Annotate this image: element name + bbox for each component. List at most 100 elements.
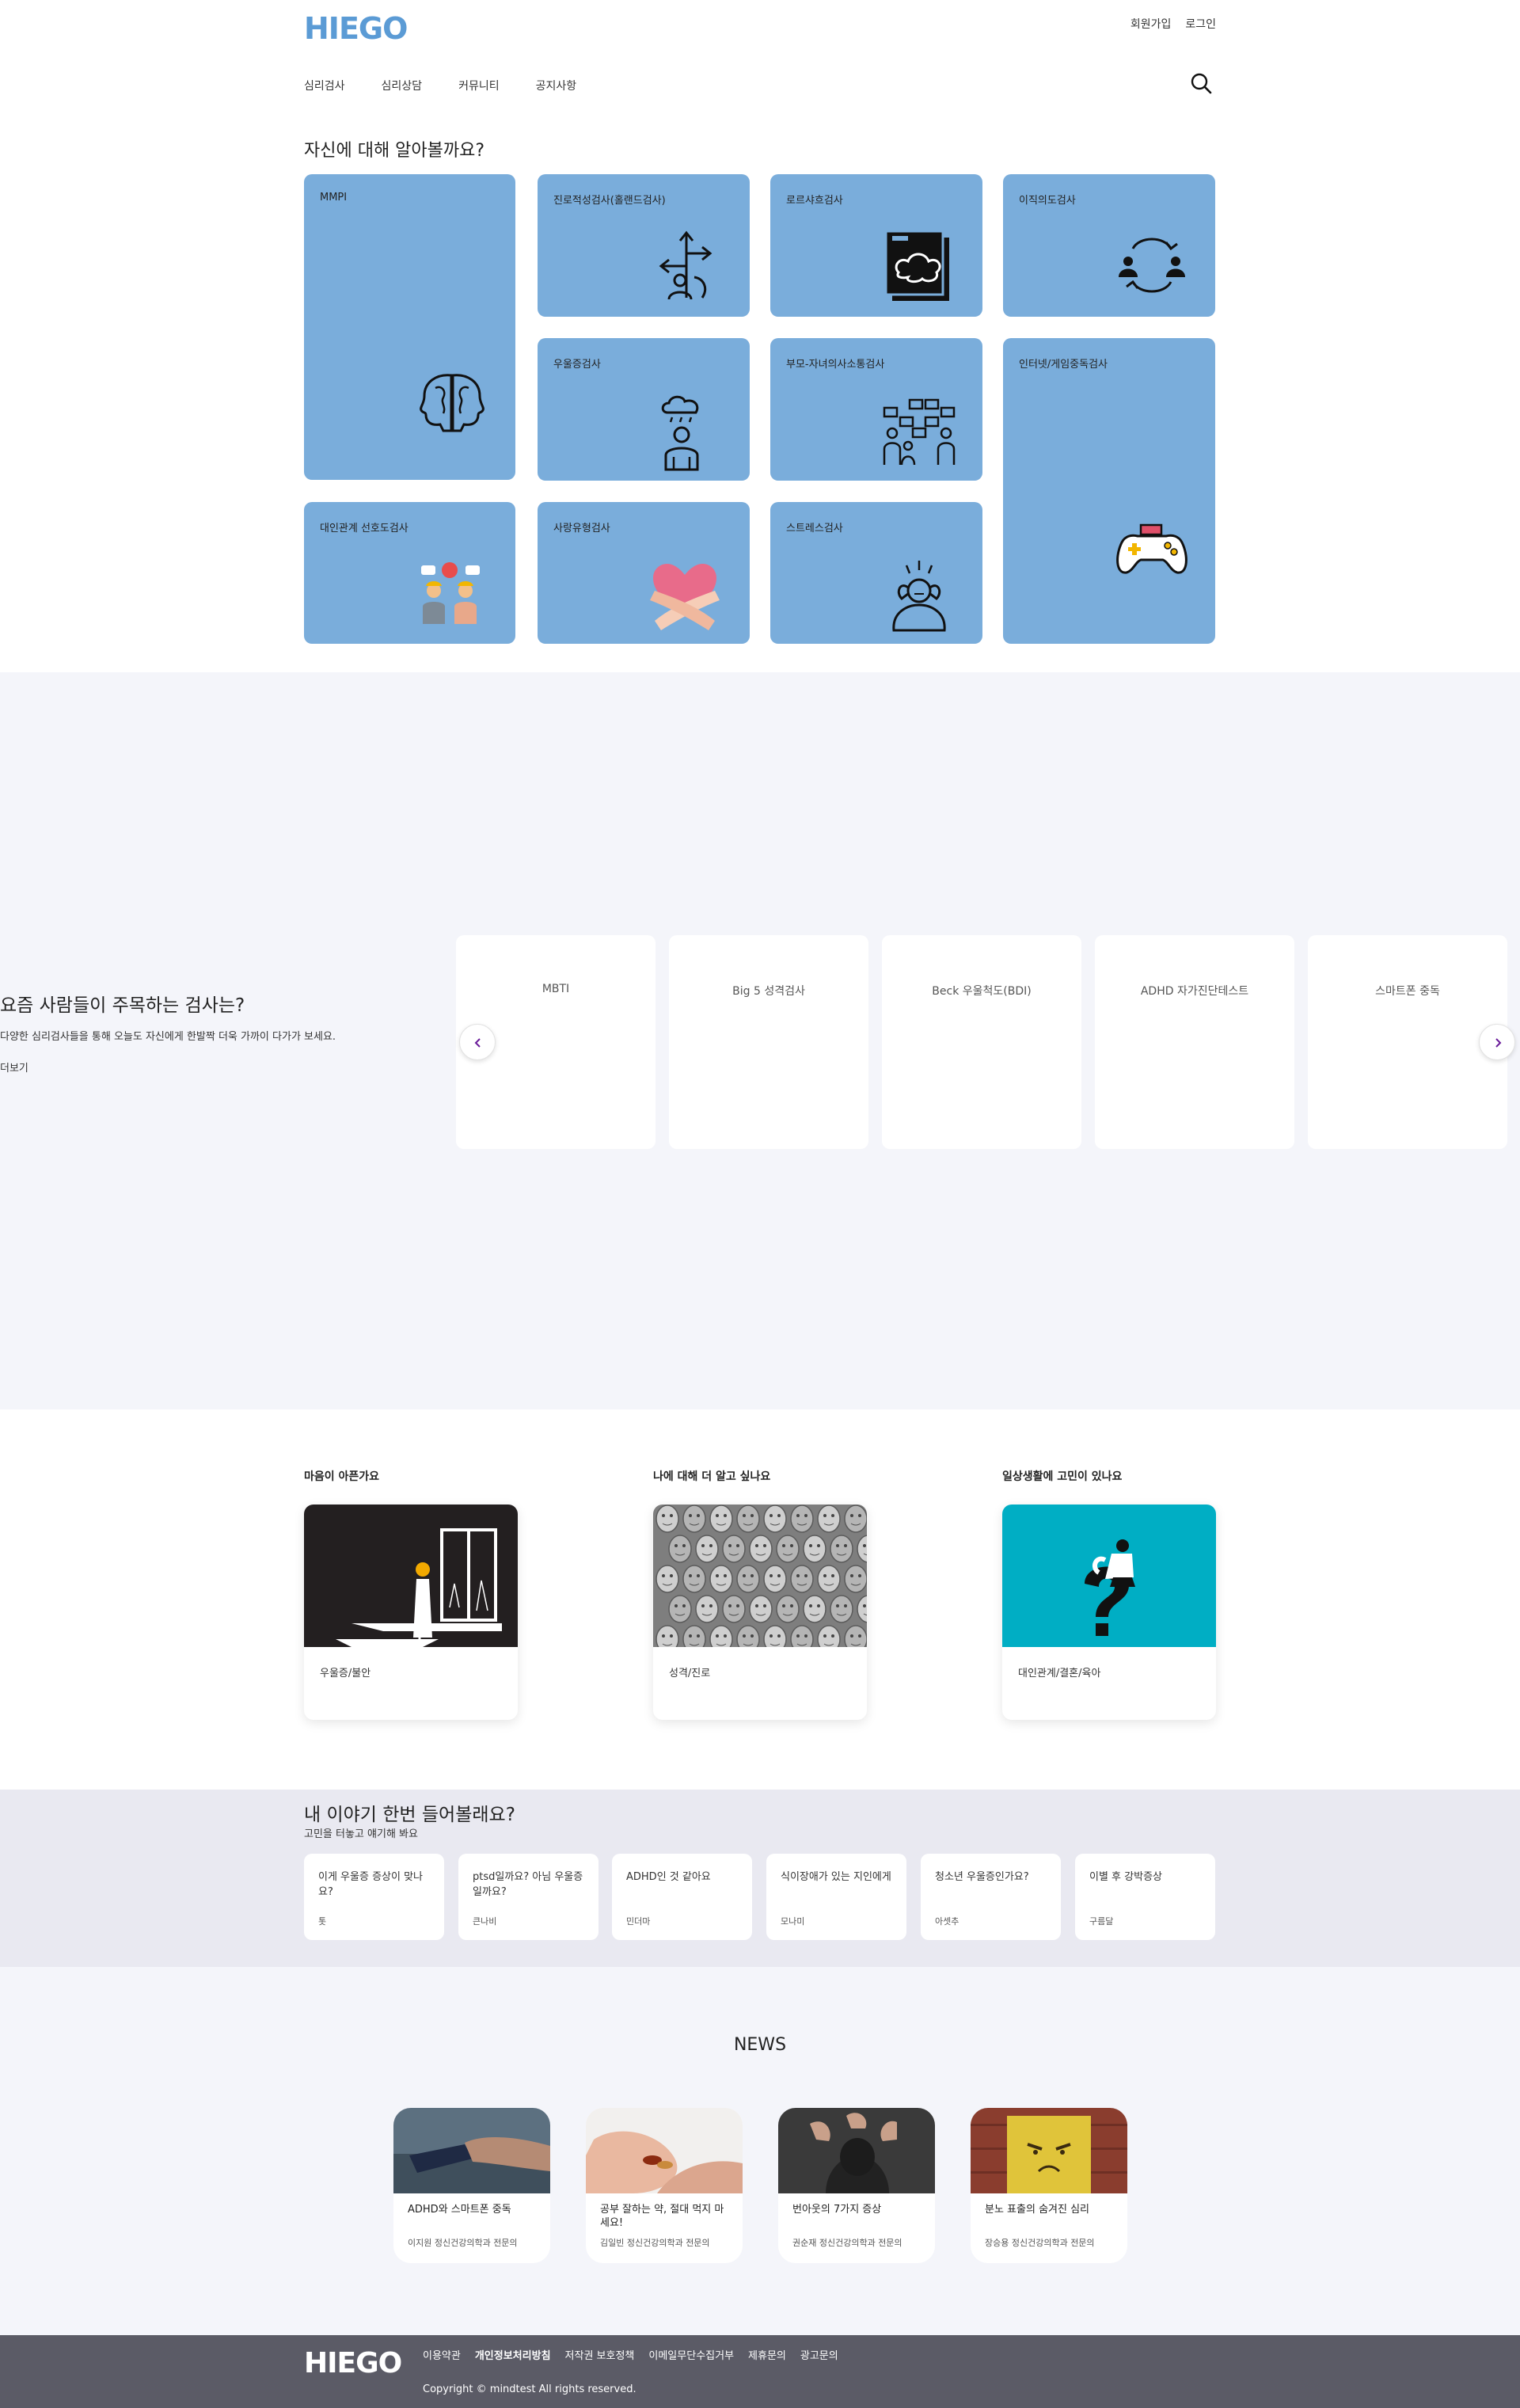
tile-label: 사랑유형검사 bbox=[553, 523, 610, 534]
news-section-bg bbox=[0, 1967, 1520, 2335]
news-card[interactable]: 번아웃의 7가지 증상 권순재 정신건강의학과 전문의 bbox=[778, 2108, 935, 2263]
story-question: 이게 우울증 증상이 맞나요? bbox=[318, 1871, 423, 1898]
nav-item-notice[interactable]: 공지사항 bbox=[536, 78, 577, 93]
window-woman-illustration bbox=[304, 1505, 518, 1647]
search-button[interactable] bbox=[1189, 71, 1213, 95]
tile-interpersonal[interactable]: 대인관계 선호도검사 bbox=[304, 502, 515, 644]
story-card[interactable]: 이별 후 강박증상 구름달 bbox=[1075, 1854, 1215, 1940]
popular-card[interactable]: ADHD 자가진단테스트 bbox=[1095, 935, 1294, 1149]
top-links: 회원가입 로그인 bbox=[1130, 16, 1216, 32]
tile-label: 부모-자녀의사소통검사 bbox=[786, 359, 885, 371]
news-doctor: 김일빈 정신건강의학과 전문의 bbox=[600, 2238, 710, 2248]
tile-label: MMPI bbox=[320, 192, 348, 204]
hugging-heart-icon bbox=[650, 563, 720, 630]
tile-holland[interactable]: 진로적성검사(홀랜드검사) bbox=[538, 174, 750, 317]
popular-card[interactable]: 스마트폰 중독 bbox=[1308, 935, 1507, 1149]
category-caption: 대인관계/결혼/육아 bbox=[1018, 1668, 1101, 1680]
story-card[interactable]: 이게 우울증 증상이 맞나요? 톳 bbox=[304, 1854, 444, 1940]
popular-card-label: MBTI bbox=[542, 983, 570, 995]
stone-faces-illustration bbox=[653, 1505, 867, 1647]
story-question: 식이장애가 있는 지인에게 bbox=[781, 1871, 891, 1883]
brain-heads-icon bbox=[420, 374, 484, 432]
main-nav: 심리검사 심리상담 커뮤니티 공지사항 bbox=[304, 78, 576, 93]
tile-love-type[interactable]: 사랑유형검사 bbox=[538, 502, 750, 644]
tile-mmpi[interactable]: MMPI bbox=[304, 174, 515, 480]
tile-label: 이직의도검사 bbox=[1019, 195, 1076, 207]
site-logo[interactable]: HIEGO bbox=[304, 11, 408, 46]
story-question: ptsd일까요? 아님 우울증일까요? bbox=[473, 1871, 583, 1898]
story-author: 아셋추 bbox=[935, 1916, 960, 1927]
category-card-relationship[interactable]: 대인관계/결혼/육아 bbox=[1002, 1505, 1216, 1720]
footer-link-partnership[interactable]: 제휴문의 bbox=[748, 2347, 786, 2362]
page: HIEGO 회원가입 로그인 심리검사 심리상담 커뮤니티 공지사항 자신에 대… bbox=[0, 0, 1520, 2408]
signup-link[interactable]: 회원가입 bbox=[1130, 16, 1172, 32]
tests-title: 자신에 대해 알아볼까요? bbox=[304, 141, 485, 161]
footer-link-terms[interactable]: 이용약관 bbox=[423, 2347, 461, 2362]
footer-links: 이용약관 개인정보처리방침 저작권 보호정책 이메일무단수집거부 제휴문의 광고… bbox=[423, 2347, 838, 2362]
tile-label: 대인관계 선호도검사 bbox=[320, 523, 408, 534]
arguing-people-icon bbox=[421, 562, 480, 624]
category-caption: 성격/진로 bbox=[669, 1668, 711, 1680]
angry-paper-photo bbox=[971, 2108, 1127, 2193]
category-card-personality[interactable]: 성격/진로 bbox=[653, 1505, 867, 1720]
tile-depression[interactable]: 우울증검사 bbox=[538, 338, 750, 481]
popular-card-label: Big 5 성격검사 bbox=[732, 985, 805, 998]
footer bbox=[0, 2335, 1520, 2408]
nav-item-tests[interactable]: 심리검사 bbox=[304, 78, 345, 93]
burnout-head-photo bbox=[778, 2108, 935, 2193]
news-headline: 공부 잘하는 약, 절대 먹지 마세요! bbox=[600, 2204, 724, 2229]
news-headline: 분노 표출의 숨겨진 심리 bbox=[985, 2204, 1089, 2216]
footer-link-email-refusal[interactable]: 이메일무단수집거부 bbox=[648, 2347, 734, 2362]
nav-item-counseling[interactable]: 심리상담 bbox=[382, 78, 423, 93]
popular-card[interactable]: Big 5 성격검사 bbox=[669, 935, 868, 1149]
popular-card[interactable]: Beck 우울척도(BDI) bbox=[882, 935, 1081, 1149]
news-card[interactable]: 분노 표출의 숨겨진 심리 장승용 정신건강의학과 전문의 bbox=[971, 2108, 1127, 2263]
phone-hand-photo bbox=[393, 2108, 550, 2193]
tile-stress[interactable]: 스트레스검사 bbox=[770, 502, 982, 644]
tile-label: 스트레스검사 bbox=[786, 523, 843, 534]
stories-subtitle: 고민을 터놓고 얘기해 봐요 bbox=[304, 1828, 418, 1840]
story-card[interactable]: 식이장애가 있는 지인에게 모나미 bbox=[766, 1854, 906, 1940]
story-question: 청소년 우울증인가요? bbox=[935, 1871, 1029, 1883]
chevron-right-icon bbox=[1495, 1038, 1502, 1048]
category-heading: 나에 대해 더 알고 싶나요 bbox=[653, 1470, 771, 1483]
popular-more-link[interactable]: 더보기 bbox=[0, 1059, 28, 1075]
nav-item-community[interactable]: 커뮤니티 bbox=[458, 78, 500, 93]
popular-description: 다양한 심리검사들을 통해 오늘도 자신에게 한발짝 더욱 가까이 다가가 보세… bbox=[0, 1031, 336, 1043]
news-headline: 번아웃의 7가지 증상 bbox=[792, 2204, 882, 2216]
news-card[interactable]: ADHD와 스마트폰 중독 이지원 정신건강의학과 전문의 bbox=[393, 2108, 550, 2263]
crossroad-arrows-icon bbox=[659, 230, 712, 300]
pills-hand-photo bbox=[586, 2108, 743, 2193]
tile-internet-game[interactable]: 인터넷/게임중독검사 bbox=[1003, 338, 1215, 644]
story-author: 모나미 bbox=[781, 1916, 805, 1927]
footer-logo[interactable]: HIEGO bbox=[304, 2347, 402, 2379]
story-author: 톳 bbox=[318, 1916, 327, 1927]
tile-rorschach[interactable]: 로르샤흐검사 bbox=[770, 174, 982, 317]
people-exchange-icon bbox=[1119, 238, 1185, 293]
tile-turnover[interactable]: 이직의도검사 bbox=[1003, 174, 1215, 317]
footer-link-copyright[interactable]: 저작권 보호정책 bbox=[565, 2347, 635, 2362]
story-card[interactable]: ADHD인 것 같아요 민더마 bbox=[612, 1854, 752, 1940]
category-heading: 일상생활에 고민이 있나요 bbox=[1002, 1470, 1123, 1483]
footer-link-advertising[interactable]: 광고문의 bbox=[800, 2347, 838, 2362]
popular-title: 요즘 사람들이 주목하는 검사는? bbox=[0, 995, 245, 1016]
chevron-left-icon bbox=[474, 1038, 481, 1048]
popular-card-label: 스마트폰 중독 bbox=[1375, 985, 1440, 998]
thinker-question-illustration bbox=[1002, 1505, 1216, 1647]
tile-label: 우울증검사 bbox=[553, 359, 601, 371]
rain-cloud-person-icon bbox=[661, 395, 699, 471]
footer-link-privacy[interactable]: 개인정보처리방침 bbox=[475, 2347, 551, 2362]
story-card[interactable]: ptsd일까요? 아님 우울증일까요? 큰나비 bbox=[458, 1854, 598, 1940]
story-author: 큰나비 bbox=[473, 1916, 497, 1927]
tile-parent-child[interactable]: 부모-자녀의사소통검사 bbox=[770, 338, 982, 481]
category-caption: 우울증/불안 bbox=[320, 1668, 371, 1680]
carousel-prev-button[interactable] bbox=[459, 1024, 496, 1060]
story-card[interactable]: 청소년 우울증인가요? 아셋추 bbox=[921, 1854, 1061, 1940]
stories-section-bg bbox=[0, 1790, 1520, 1967]
login-link[interactable]: 로그인 bbox=[1185, 16, 1216, 32]
carousel-next-button[interactable] bbox=[1479, 1024, 1515, 1060]
family-chat-icon bbox=[883, 398, 956, 466]
category-card-depression[interactable]: 우울증/불안 bbox=[304, 1505, 518, 1720]
news-card[interactable]: 공부 잘하는 약, 절대 먹지 마세요! 김일빈 정신건강의학과 전문의 bbox=[586, 2108, 743, 2263]
stories-title: 내 이야기 한번 들어볼래요? bbox=[304, 1805, 515, 1825]
